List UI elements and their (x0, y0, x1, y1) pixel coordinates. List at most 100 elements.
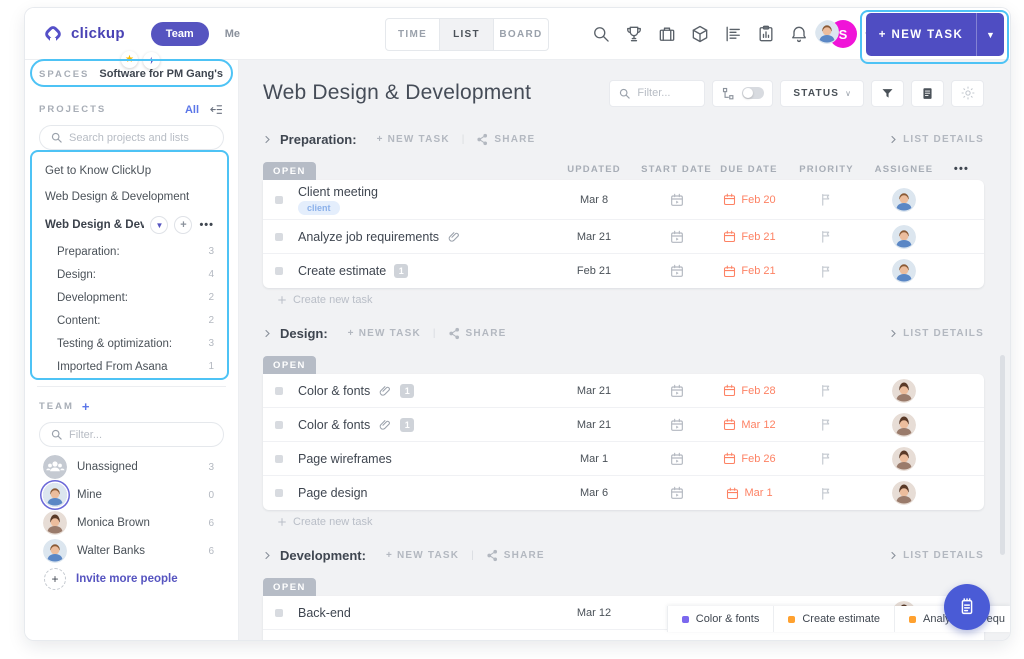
priority-cell[interactable] (784, 417, 869, 432)
due-date-cell[interactable]: Mar 1 (714, 486, 784, 501)
assignee-cell[interactable] (869, 225, 939, 249)
briefcase-icon[interactable] (657, 24, 677, 44)
drag-handle[interactable] (275, 267, 283, 275)
group-name[interactable]: Development: (280, 548, 366, 563)
clipboard-chart-icon[interactable] (756, 24, 776, 44)
sidebar-project-item[interactable]: Content:2 (37, 309, 226, 332)
favorite-star-icon[interactable]: ★ (121, 51, 138, 68)
docs-button[interactable] (911, 80, 944, 107)
task-name[interactable]: Back-end (298, 606, 351, 620)
notepad-fab-button[interactable] (944, 584, 990, 630)
view-tab-time[interactable]: TIME (386, 19, 440, 50)
drag-handle[interactable] (275, 421, 283, 429)
search-icon[interactable] (591, 24, 611, 44)
scrollbar-thumb[interactable] (1000, 355, 1005, 555)
task-row[interactable]: Client meeting client Mar 8 Feb 20 (263, 180, 984, 220)
assignee-cell[interactable] (869, 481, 939, 505)
group-chevron-icon[interactable] (263, 551, 272, 560)
group-chevron-icon[interactable] (263, 329, 272, 338)
start-date-cell[interactable] (639, 417, 714, 433)
drag-handle[interactable] (275, 455, 283, 463)
task-row[interactable]: Page design Mar 6 Mar 1 (263, 476, 984, 510)
status-dropdown[interactable]: STATUS ∨ (780, 80, 864, 107)
sidebar-project-item[interactable]: Web Design & Development (37, 184, 226, 210)
collapse-sidebar-icon[interactable] (209, 102, 224, 117)
group-name[interactable]: Preparation: (280, 132, 357, 147)
group-share-button[interactable]: SHARE (486, 549, 545, 562)
team-member-row[interactable]: Walter Banks 6 (37, 537, 226, 565)
start-date-cell[interactable] (639, 485, 714, 501)
team-member-row[interactable]: Mine 0 (37, 481, 226, 509)
group-share-button[interactable]: SHARE (448, 327, 507, 340)
start-date-cell[interactable] (639, 451, 714, 467)
task-name[interactable]: Color & fonts (298, 384, 370, 398)
create-new-task[interactable]: Create new task (263, 510, 984, 534)
due-date-cell[interactable]: Feb 28 (714, 383, 784, 398)
start-date-cell[interactable] (639, 229, 714, 245)
assignee-cell[interactable] (869, 413, 939, 437)
project-search-input[interactable]: Search projects and lists (39, 125, 224, 150)
cube-icon[interactable] (690, 24, 710, 44)
due-date-cell[interactable]: Mar 12 (714, 417, 784, 432)
filter-button[interactable] (871, 80, 904, 107)
assignee-cell[interactable] (869, 188, 939, 212)
task-row[interactable]: Color & fonts 1 Mar 21 Feb 28 (263, 374, 984, 408)
projects-all-link[interactable]: All (185, 104, 199, 116)
sidebar-project-item[interactable]: Web Design & Devel...▼ + ••• (37, 210, 226, 240)
project-more-icon[interactable]: ••• (199, 219, 214, 231)
task-name[interactable]: Analyze job requirements (298, 230, 439, 244)
list-details-link[interactable]: LIST DETAILS (889, 550, 984, 561)
priority-cell[interactable] (784, 192, 869, 207)
sidebar-project-item[interactable]: Get to Know ClickUp (37, 158, 226, 184)
task-tag[interactable]: client (298, 201, 340, 215)
project-expand-chevron-icon[interactable]: ▼ (150, 216, 168, 234)
task-row[interactable]: Color & fonts 1 Mar 21 Mar 12 (263, 408, 984, 442)
assignee-cell[interactable] (869, 259, 939, 283)
status-open-badge[interactable]: OPEN (263, 578, 316, 596)
sidebar-project-item[interactable]: Design:4 (37, 263, 226, 286)
view-tab-board[interactable]: BOARD (494, 19, 548, 50)
due-date-cell[interactable]: Feb 26 (714, 451, 784, 466)
drag-handle[interactable] (275, 233, 283, 241)
drag-handle[interactable] (275, 196, 283, 204)
team-filter-input[interactable]: Filter... (39, 422, 224, 447)
new-task-button[interactable]: + NEW TASK ▼ (866, 13, 1004, 56)
due-date-cell[interactable]: Feb 20 (714, 192, 784, 207)
start-date-cell[interactable] (639, 192, 714, 208)
group-name[interactable]: Design: (280, 326, 328, 341)
attachment-icon[interactable] (378, 384, 392, 398)
priority-cell[interactable] (784, 486, 869, 501)
current-space-name[interactable]: Software for PM Gang's Sp... (99, 68, 224, 80)
task-name[interactable]: Client meeting (298, 185, 378, 199)
task-name[interactable]: Color & fonts (298, 418, 370, 432)
trophy-icon[interactable] (624, 24, 644, 44)
due-date-cell[interactable]: Feb 21 (714, 229, 784, 244)
attachment-icon[interactable] (378, 418, 392, 432)
drag-handle[interactable] (275, 489, 283, 497)
team-member-row[interactable]: Monica Brown 6 (37, 509, 226, 537)
status-open-badge[interactable]: OPEN (263, 162, 316, 180)
column-header[interactable]: ••• (939, 163, 984, 180)
toggle-switch[interactable] (742, 87, 764, 99)
start-date-cell[interactable] (639, 263, 714, 279)
nav-me[interactable]: Me (225, 28, 240, 40)
user-avatar[interactable] (815, 20, 843, 48)
group-share-button[interactable]: SHARE (476, 133, 535, 146)
sidebar-project-item[interactable]: Imported From Asana1 (37, 355, 226, 378)
clickapps-bolt-icon[interactable] (143, 52, 160, 69)
new-task-dropdown-caret-icon[interactable]: ▼ (976, 13, 1004, 56)
subtask-toggle[interactable] (712, 80, 773, 107)
task-row[interactable]: Page wireframes Mar 1 Feb 26 (263, 442, 984, 476)
nav-team[interactable]: Team (151, 22, 209, 46)
group-new-task-button[interactable]: + NEW TASK (386, 550, 459, 561)
task-filter-input[interactable]: Filter... (609, 80, 705, 107)
drag-handle[interactable] (275, 609, 283, 617)
project-add-icon[interactable]: + (174, 216, 192, 234)
priority-cell[interactable] (784, 451, 869, 466)
task-name[interactable]: Page wireframes (298, 452, 392, 466)
tray-task-chip[interactable]: Create estimate (773, 606, 894, 632)
task-row[interactable]: Create estimate 1 Feb 21 Feb 21 (263, 254, 984, 288)
sidebar-project-item[interactable]: Testing & optimization:3 (37, 332, 226, 355)
report-icon[interactable] (723, 24, 743, 44)
invite-more-people[interactable]: + Invite more people (37, 565, 226, 593)
